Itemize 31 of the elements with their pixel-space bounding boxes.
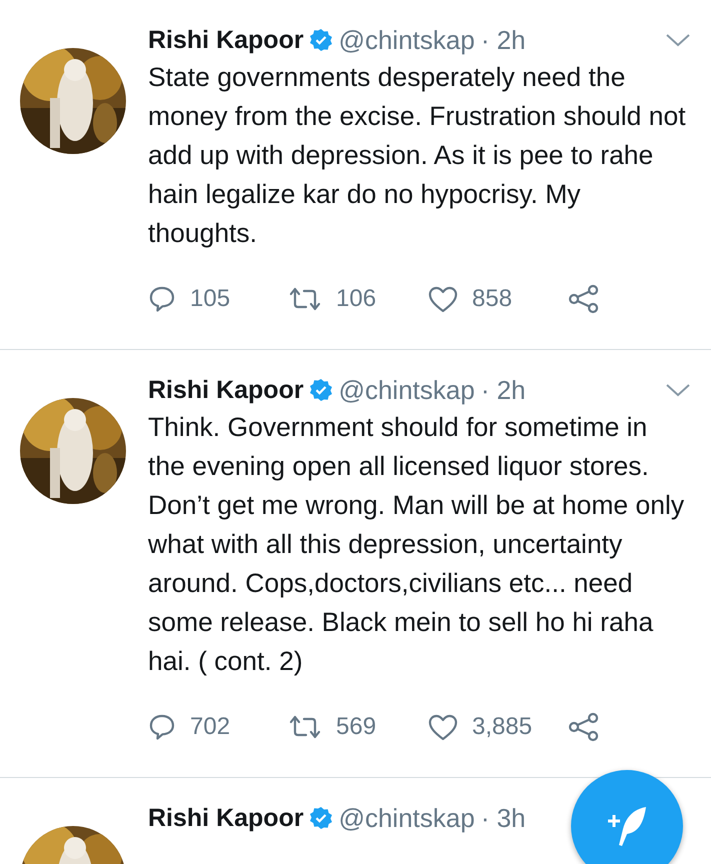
retweet-count: 569 xyxy=(336,713,376,741)
author-name: Rishi Kapoor xyxy=(148,804,304,832)
author-handle: @chintskap xyxy=(338,24,475,56)
reply-icon[interactable] xyxy=(148,713,176,741)
retweet-icon[interactable] xyxy=(288,713,322,741)
reply-count: 702 xyxy=(190,713,230,741)
chevron-down-icon[interactable] xyxy=(665,32,691,48)
retweet-count: 106 xyxy=(336,285,376,313)
tweet-text: State governments desperately need the money from the excise. Frustration should not add up with depression. As it is pee to rahe hain legalize kar do no hypocrisy. My thoughts. xyxy=(148,61,687,250)
tweet-text: Think. Government should for sometime in the evening open all licensed liquor stores. Don’t get me wrong. Man will be at home only what with all this depression, uncertainty around. Cops,doctors,civilians etc... need some release. Black mein to sell ho hi raha hai. ( cont. 2) xyxy=(148,411,686,678)
share-icon[interactable] xyxy=(568,712,600,742)
author-handle: @chintskap xyxy=(338,802,475,834)
like-count: 3,885 xyxy=(472,713,532,741)
heart-icon[interactable] xyxy=(428,713,458,741)
author-name: Rishi Kapoor xyxy=(148,26,304,54)
heart-icon[interactable] xyxy=(428,285,458,313)
retweet-icon[interactable] xyxy=(288,285,322,313)
tweet-time: · 3h xyxy=(480,802,526,834)
tweet-time: · 2h xyxy=(480,24,526,56)
author-name: Rishi Kapoor xyxy=(148,376,304,404)
reply-count: 105 xyxy=(190,285,230,313)
share-icon[interactable] xyxy=(568,284,600,314)
verified-badge-icon xyxy=(308,28,333,52)
verified-badge-icon xyxy=(308,378,333,402)
reply-icon[interactable] xyxy=(148,285,176,313)
chevron-down-icon[interactable] xyxy=(665,382,691,398)
verified-badge-icon xyxy=(308,806,333,830)
tweet-time: · 2h xyxy=(480,374,526,406)
like-count: 858 xyxy=(472,285,512,313)
author-handle: @chintskap xyxy=(338,374,475,406)
compose-tweet-button[interactable] xyxy=(571,770,683,864)
